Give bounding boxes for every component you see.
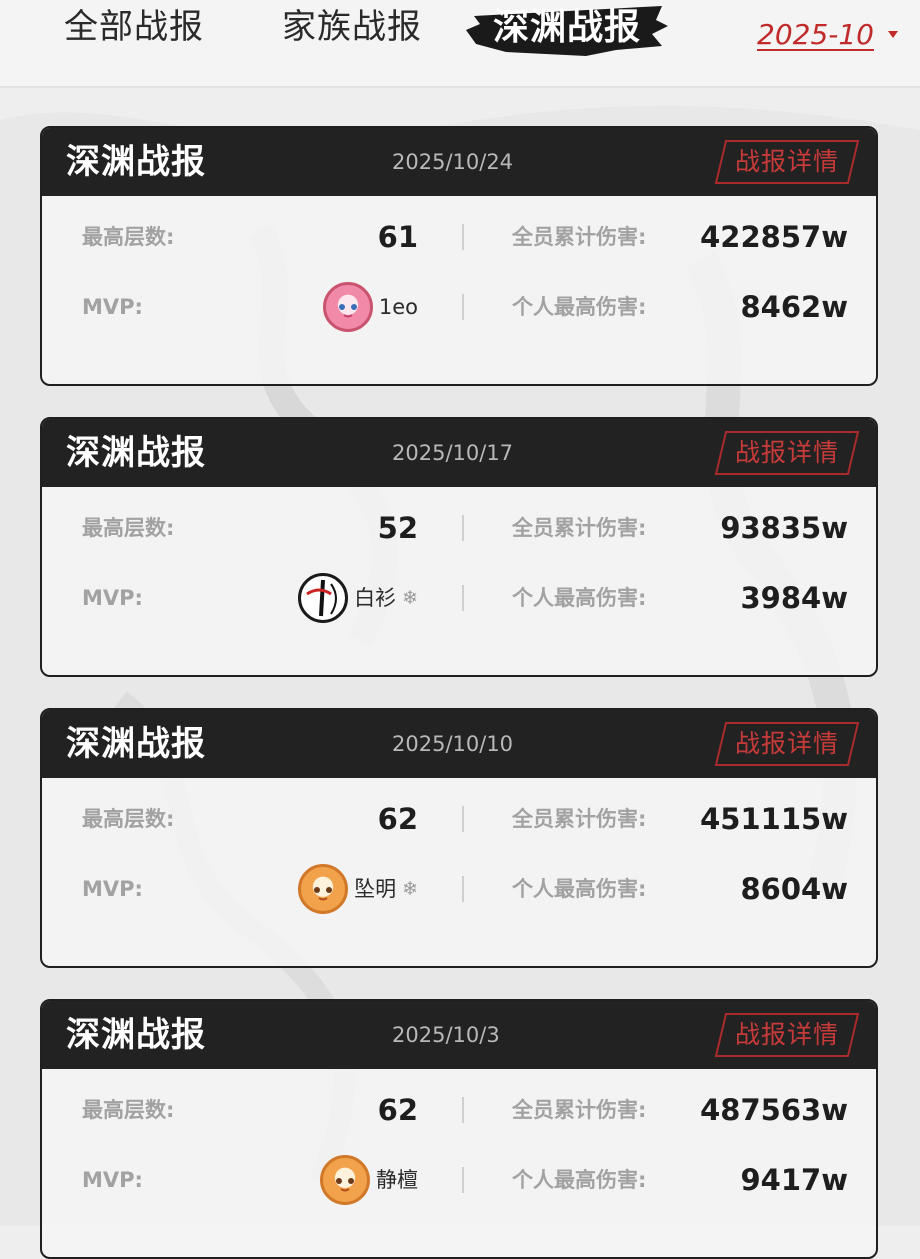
- snowflake-icon: ❄: [402, 587, 418, 609]
- snowflake-icon: ❄: [402, 878, 418, 900]
- personal-damage-value: 8462w: [740, 290, 848, 324]
- tab-abyss-label: 深渊战报: [492, 7, 641, 48]
- max-floor-label: 最高层数:: [82, 1098, 175, 1122]
- stats-row: 最高层数: 52 全员累计伤害: 93835w: [42, 503, 876, 553]
- tab-abyss-reports[interactable]: 深渊战报: [466, 0, 668, 56]
- total-damage-label: 全员累计伤害:: [512, 225, 647, 249]
- card-header: 深渊战报 2025/10/3 战报详情: [42, 1001, 876, 1069]
- tab-all-reports[interactable]: 全部战报: [64, 0, 204, 54]
- max-floor-label: 最高层数:: [82, 516, 175, 540]
- month-value: 2025-10: [757, 17, 874, 51]
- total-damage-value: 487563w: [700, 1093, 848, 1127]
- divider: [462, 515, 464, 541]
- report-card: 深渊战报 2025/10/3 战报详情 最高层数: 62 全员累计伤害: 487…: [40, 999, 878, 1259]
- detail-button-label: 战报详情: [734, 147, 839, 176]
- card-title: 深渊战报: [66, 142, 206, 182]
- max-floor-label: 最高层数:: [82, 807, 175, 831]
- personal-damage-value: 8604w: [740, 872, 848, 906]
- tab-clan-reports[interactable]: 家族战报: [282, 0, 422, 54]
- top-tab-bar: 全部战报 家族战报 深渊战报 2025-10: [0, 0, 920, 88]
- total-damage-value: 93835w: [720, 511, 848, 545]
- total-damage-label: 全员累计伤害:: [512, 807, 647, 831]
- stats-row: MVP: 坠明 ❄ 个人最高伤害: 8604w: [42, 864, 876, 914]
- mvp-name: 坠明: [354, 877, 397, 901]
- report-card: 深渊战报 2025/10/10 战报详情 最高层数: 62 全员累计伤害: 45…: [40, 708, 878, 968]
- personal-damage-label: 个人最高伤害:: [512, 295, 647, 319]
- max-floor-label: 最高层数:: [82, 225, 175, 249]
- detail-button-label: 战报详情: [734, 438, 839, 467]
- stats-row: 最高层数: 61 全员累计伤害: 422857w: [42, 212, 876, 262]
- stats-row: MVP: 静檀 个人最高伤害: 9417w: [42, 1155, 876, 1205]
- card-title: 深渊战报: [66, 1015, 206, 1055]
- stats-row: 最高层数: 62 全员累计伤害: 487563w: [42, 1085, 876, 1135]
- card-date: 2025/10/10: [392, 732, 514, 756]
- mvp-name: 1eo: [378, 295, 418, 319]
- report-detail-button[interactable]: 战报详情: [714, 1012, 860, 1058]
- personal-damage-value: 9417w: [740, 1163, 848, 1197]
- report-card: 深渊战报 2025/10/17 战报详情 最高层数: 52 全员累计伤害: 93…: [40, 417, 878, 677]
- avatar: [298, 864, 349, 914]
- divider: [462, 294, 464, 320]
- card-title: 深渊战报: [66, 724, 206, 764]
- stats-row: MVP: 白衫 ❄ 个人最高伤害: 3984w: [42, 573, 876, 623]
- max-floor-value: 62: [377, 1093, 418, 1127]
- mvp-label: MVP:: [82, 1168, 143, 1192]
- avatar: [298, 573, 349, 623]
- mvp-name: 白衫: [354, 586, 397, 610]
- mvp-player[interactable]: 白衫 ❄: [298, 573, 418, 623]
- detail-button-label: 战报详情: [734, 1020, 839, 1049]
- max-floor-value: 52: [377, 511, 418, 545]
- personal-damage-label: 个人最高伤害:: [512, 1168, 647, 1192]
- personal-damage-label: 个人最高伤害:: [512, 586, 647, 610]
- report-detail-button[interactable]: 战报详情: [714, 139, 860, 185]
- caret-down-icon: [888, 30, 898, 38]
- personal-damage-value: 3984w: [740, 581, 848, 615]
- divider: [462, 585, 464, 611]
- divider: [462, 1167, 464, 1193]
- card-date: 2025/10/17: [392, 441, 514, 465]
- mvp-label: MVP:: [82, 295, 143, 319]
- mvp-name: 静檀: [376, 1168, 418, 1192]
- total-damage-value: 422857w: [700, 220, 848, 254]
- total-damage-label: 全员累计伤害:: [512, 516, 647, 540]
- card-header: 深渊战报 2025/10/24 战报详情: [42, 128, 876, 196]
- mvp-player[interactable]: 坠明 ❄: [298, 864, 418, 914]
- mvp-player[interactable]: 1eo: [322, 282, 418, 332]
- stats-row: 最高层数: 62 全员累计伤害: 451115w: [42, 794, 876, 844]
- card-header: 深渊战报 2025/10/10 战报详情: [42, 710, 876, 778]
- divider: [462, 224, 464, 250]
- report-detail-button[interactable]: 战报详情: [714, 430, 860, 476]
- personal-damage-label: 个人最高伤害:: [512, 877, 647, 901]
- avatar: [322, 282, 373, 332]
- total-damage-value: 451115w: [700, 802, 848, 836]
- max-floor-value: 61: [377, 220, 418, 254]
- detail-button-label: 战报详情: [734, 729, 839, 758]
- mvp-label: MVP:: [82, 877, 143, 901]
- month-dropdown[interactable]: 2025-10: [757, 12, 898, 56]
- stats-row: MVP: 1eo 个人最高伤害: 8462w: [42, 282, 876, 332]
- divider: [462, 876, 464, 902]
- report-card: 深渊战报 2025/10/24 战报详情 最高层数: 61 全员累计伤害: 42…: [40, 126, 878, 386]
- divider: [462, 806, 464, 832]
- total-damage-label: 全员累计伤害:: [512, 1098, 647, 1122]
- mvp-label: MVP:: [82, 586, 143, 610]
- report-detail-button[interactable]: 战报详情: [714, 721, 860, 767]
- card-date: 2025/10/3: [392, 1023, 500, 1047]
- max-floor-value: 62: [377, 802, 418, 836]
- avatar: [320, 1155, 370, 1205]
- card-title: 深渊战报: [66, 433, 206, 473]
- divider: [462, 1097, 464, 1123]
- mvp-player[interactable]: 静檀: [320, 1155, 418, 1205]
- card-header: 深渊战报 2025/10/17 战报详情: [42, 419, 876, 487]
- card-date: 2025/10/24: [392, 150, 514, 174]
